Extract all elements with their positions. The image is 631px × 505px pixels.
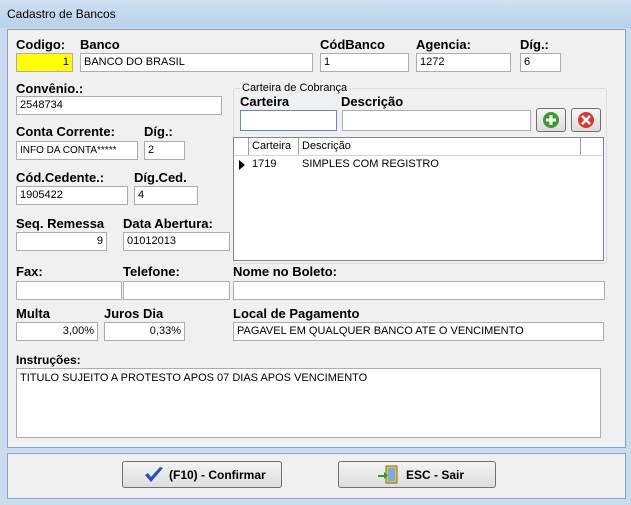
button-bar [7, 453, 626, 499]
agencia-field[interactable]: 1272 [416, 53, 511, 72]
title-bar: Cadastro de Bancos [0, 0, 631, 28]
local-pagamento-field[interactable]: PAGAVEL EM QUALQUER BANCO ATE O VENCIMEN… [233, 322, 604, 341]
codigo-field[interactable]: 1 [16, 53, 73, 72]
banco-field[interactable]: BANCO DO BRASIL [80, 53, 313, 72]
codigo-label: Codigo: [16, 37, 66, 52]
carteira-field[interactable] [240, 110, 337, 131]
grid-cell-descricao: SIMPLES COM REGISTRO [302, 158, 439, 170]
delete-x-icon [578, 112, 594, 128]
carteira-group-title: Carteira de Cobrança [240, 82, 350, 94]
data-abertura-label: Data Abertura: [123, 216, 213, 231]
codbanco-field[interactable]: 1 [320, 53, 409, 72]
juros-dia-field[interactable]: 0,33% [104, 322, 185, 341]
carteira-grid[interactable]: Carteira Descrição 1719 SIMPLES COM REGI… [233, 137, 604, 261]
nome-boleto-label: Nome no Boleto: [233, 264, 337, 279]
exit-door-icon [378, 465, 398, 484]
descricao-label: Descrição [341, 94, 404, 109]
carteira-label: Carteira [240, 94, 290, 109]
local-pagamento-label: Local de Pagamento [233, 306, 360, 321]
fax-label: Fax: [16, 264, 43, 279]
add-carteira-button[interactable] [536, 108, 566, 132]
grid-col-descricao: Descrição [302, 140, 351, 152]
dig-agencia-label: Díg.: [520, 37, 549, 52]
confirmar-button[interactable]: (F10) - Confirmar [122, 461, 282, 488]
telefone-field[interactable] [123, 281, 230, 300]
seq-remessa-field[interactable]: 9 [16, 232, 107, 251]
instrucoes-label: Instruções: [16, 353, 81, 367]
data-abertura-field[interactable]: 01012013 [123, 232, 230, 251]
checkmark-icon [145, 467, 163, 482]
dig-conta-label: Díg.: [144, 124, 173, 139]
multa-label: Multa [16, 306, 50, 321]
dig-ced-field[interactable]: 4 [134, 186, 198, 205]
dig-agencia-field[interactable]: 6 [520, 53, 561, 72]
grid-header: Carteira Descrição [234, 138, 603, 156]
sair-label: ESC - Sair [406, 468, 465, 482]
confirmar-label: (F10) - Confirmar [169, 468, 266, 482]
delete-carteira-button[interactable] [571, 108, 601, 132]
descricao-field[interactable] [342, 110, 531, 131]
telefone-label: Telefone: [123, 264, 180, 279]
banco-label: Banco [80, 37, 120, 52]
multa-field[interactable]: 3,00% [16, 322, 98, 341]
dig-conta-field[interactable]: 2 [144, 141, 185, 160]
grid-col-carteira: Carteira [252, 140, 292, 152]
grid-cell-carteira: 1719 [252, 158, 277, 170]
convenio-field[interactable]: 2548734 [16, 96, 222, 115]
codbanco-label: CódBanco [320, 37, 385, 52]
cod-cedente-field[interactable]: 1905422 [16, 186, 128, 205]
conta-corrente-label: Conta Corrente: [16, 124, 115, 139]
dig-ced-label: Díg.Ced. [134, 170, 187, 185]
fax-field[interactable] [16, 281, 122, 300]
window-title: Cadastro de Bancos [7, 7, 116, 21]
juros-dia-label: Juros Dia [104, 306, 164, 321]
instrucoes-field[interactable]: TITULO SUJEITO A PROTESTO APOS 07 DIAS A… [16, 368, 601, 438]
seq-remessa-label: Seq. Remessa [16, 216, 105, 231]
sair-button[interactable]: ESC - Sair [338, 461, 496, 488]
convenio-label: Convênio.: [16, 81, 84, 96]
agencia-label: Agencia: [416, 37, 471, 52]
nome-boleto-field[interactable] [233, 281, 605, 300]
cod-cedente-label: Cód.Cedente.: [16, 170, 105, 185]
row-indicator-icon [239, 160, 245, 170]
plus-icon [543, 112, 559, 128]
conta-corrente-field[interactable]: INFO DA CONTA***** [16, 141, 138, 160]
